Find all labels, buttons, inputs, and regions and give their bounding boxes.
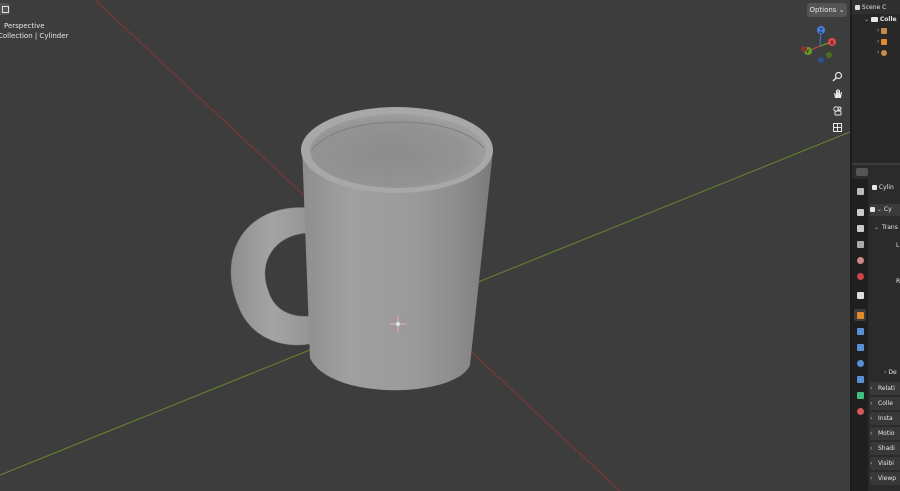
collection-object-label: Collection | Cylinder	[0, 32, 69, 40]
object-name-field[interactable]: Cylin	[872, 182, 894, 194]
collections-label: Colle	[878, 400, 893, 407]
chevron-right-icon: ›	[884, 369, 887, 376]
chevron-right-icon: ›	[870, 475, 873, 482]
panel-instancing[interactable]: › Insta	[870, 412, 900, 425]
instancing-label: Insta	[878, 415, 893, 422]
tab-output[interactable]	[854, 222, 866, 234]
tab-collection[interactable]	[854, 289, 866, 301]
cylinder-object-icon	[881, 38, 888, 45]
tab-constraints[interactable]	[854, 373, 866, 385]
tab-data[interactable]	[854, 389, 866, 401]
view-mode-button[interactable]	[0, 3, 10, 15]
properties-header	[852, 165, 900, 179]
transform-label: Trans	[882, 224, 898, 231]
viewport-overlay-text: Perspective Collection | Cylinder	[0, 21, 68, 41]
panel-collections[interactable]: › Colle	[870, 397, 900, 410]
chevron-right-icon: ›	[877, 38, 880, 45]
object-icon	[870, 207, 875, 212]
tab-render[interactable]	[854, 206, 866, 218]
tab-view-layer[interactable]	[854, 238, 866, 250]
scene-collection-icon	[855, 5, 860, 10]
chevron-right-icon: ›	[870, 385, 873, 392]
camera-icon[interactable]	[829, 103, 845, 118]
relations-label: Relati	[878, 385, 895, 392]
chevron-down-icon: ⌄	[876, 206, 882, 213]
options-dropdown[interactable]: Options ⌄	[807, 3, 847, 17]
outliner-row-light[interactable]: ›	[877, 47, 888, 58]
motion-label: Motio	[878, 430, 895, 437]
chevron-right-icon: ›	[870, 400, 873, 407]
chevron-right-icon: ›	[870, 460, 873, 467]
outliner-row-collection[interactable]: ⌄ Colle	[864, 14, 897, 25]
chevron-down-icon: ⌄	[838, 6, 845, 14]
panel-visibility[interactable]: › Visibi	[870, 457, 900, 470]
outliner-row-camera[interactable]: ›	[877, 25, 888, 36]
hand-icon[interactable]	[829, 86, 845, 101]
panel-viewport-display[interactable]: › Viewp	[870, 472, 900, 485]
properties-tabs	[852, 179, 868, 491]
tab-object[interactable]	[854, 309, 866, 321]
delta-label: De	[888, 369, 897, 376]
grid-icon[interactable]	[829, 120, 845, 135]
tab-particles[interactable]	[854, 341, 866, 353]
3d-viewport[interactable]: Perspective Collection | Cylinder Option…	[0, 0, 850, 491]
location-label: L	[896, 242, 900, 249]
tab-scene[interactable]	[854, 254, 866, 266]
visibility-label: Visibi	[878, 460, 894, 467]
outliner-header: Scene C	[852, 0, 900, 14]
panel-transform[interactable]: ⌄ Trans	[874, 222, 898, 234]
tab-material[interactable]	[854, 405, 866, 417]
collection-icon	[870, 17, 878, 22]
tab-tool[interactable]	[854, 185, 866, 197]
outliner-panel: Scene C ⌄ Colle › › ›	[852, 0, 900, 163]
panel-relations[interactable]: › Relati	[870, 382, 900, 395]
viewport-display-label: Viewp	[878, 475, 897, 482]
light-object-icon	[881, 49, 888, 56]
object-data-selector[interactable]: ⌄ Cy	[870, 204, 900, 216]
viewport-scene	[0, 0, 850, 491]
chevron-down-icon: ⌄	[864, 16, 870, 23]
shading-label: Shadi	[878, 445, 895, 452]
tab-modifiers[interactable]	[854, 325, 866, 337]
editor-type-button[interactable]	[856, 168, 868, 176]
tab-world[interactable]	[854, 270, 866, 282]
chevron-right-icon: ›	[877, 27, 880, 34]
outliner-header-label: Scene C	[861, 4, 887, 11]
chevron-right-icon: ›	[870, 430, 873, 437]
properties-editor: Cylin ⌄ Cy ⌄ Trans L R › De › Relati › Coll…	[852, 165, 900, 491]
object-data-label: Cy	[883, 206, 892, 213]
outliner-row-cylinder[interactable]: ›	[877, 36, 888, 47]
panel-shading[interactable]: › Shadi	[870, 442, 900, 455]
panel-motion-paths[interactable]: › Motio	[870, 427, 900, 440]
panel-delta-transform[interactable]: › De	[884, 367, 897, 379]
chevron-down-icon: ⌄	[874, 224, 880, 231]
tab-physics[interactable]	[854, 357, 866, 369]
options-label: Options	[809, 6, 837, 14]
mug-interior	[310, 114, 486, 188]
object-name-label: Cylin	[878, 184, 894, 191]
outliner-collection-label: Colle	[879, 16, 897, 23]
chevron-right-icon: ›	[870, 445, 873, 452]
camera-object-icon	[881, 27, 888, 34]
zoom-icon[interactable]	[829, 69, 845, 84]
rotation-label: R	[896, 278, 900, 285]
view-perspective-label: Perspective	[4, 22, 45, 30]
object-icon	[872, 185, 877, 190]
gizmo-x-label: X	[830, 40, 834, 46]
chevron-right-icon: ›	[877, 49, 880, 56]
outliner-scene-row[interactable]: Scene C	[855, 2, 886, 13]
gizmo-z-label: Z	[819, 28, 823, 34]
navigation-gizmo[interactable]: X Y Z	[796, 22, 844, 70]
properties-content: Cylin ⌄ Cy ⌄ Trans L R › De › Relati › Coll…	[868, 179, 900, 491]
chevron-right-icon: ›	[870, 415, 873, 422]
